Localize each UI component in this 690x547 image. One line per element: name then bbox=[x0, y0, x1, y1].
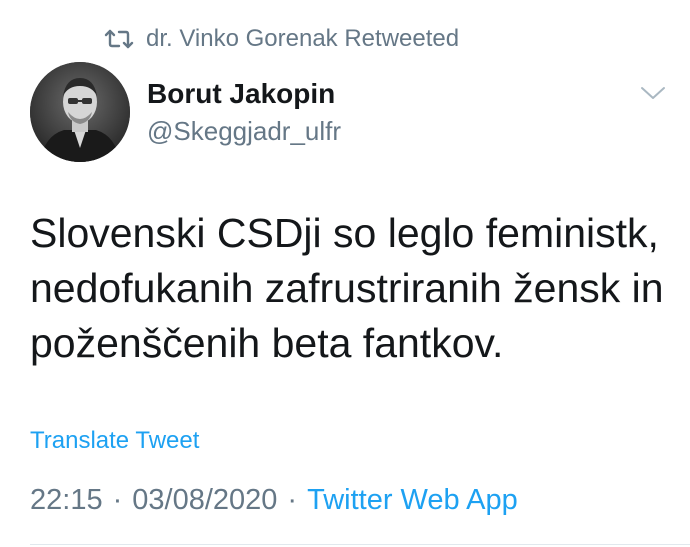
author-handle[interactable]: @Skeggjadr_ulfr bbox=[147, 116, 341, 147]
tweet-time[interactable]: 22:15 bbox=[30, 484, 103, 517]
author-display-name[interactable]: Borut Jakopin bbox=[147, 78, 335, 110]
tweet-text: Slovenski CSDji so leglo feministk, nedo… bbox=[30, 210, 664, 366]
chevron-down-icon[interactable] bbox=[640, 84, 666, 102]
divider bbox=[30, 544, 690, 545]
separator: · bbox=[287, 484, 298, 516]
retweet-context[interactable]: dr. Vinko Gorenak Retweeted bbox=[104, 24, 459, 54]
retweet-icon bbox=[104, 29, 134, 49]
separator: · bbox=[112, 484, 123, 516]
avatar[interactable] bbox=[30, 62, 130, 162]
avatar-photo bbox=[30, 62, 130, 162]
tweet-source-link[interactable]: Twitter Web App bbox=[307, 484, 518, 517]
retweet-label: dr. Vinko Gorenak Retweeted bbox=[146, 25, 460, 52]
tweet-date[interactable]: 03/08/2020 bbox=[132, 484, 277, 517]
translate-tweet-link[interactable]: Translate Tweet bbox=[30, 427, 199, 455]
tweet-metadata: 22:15 · 03/08/2020 · Twitter Web App bbox=[30, 484, 518, 517]
